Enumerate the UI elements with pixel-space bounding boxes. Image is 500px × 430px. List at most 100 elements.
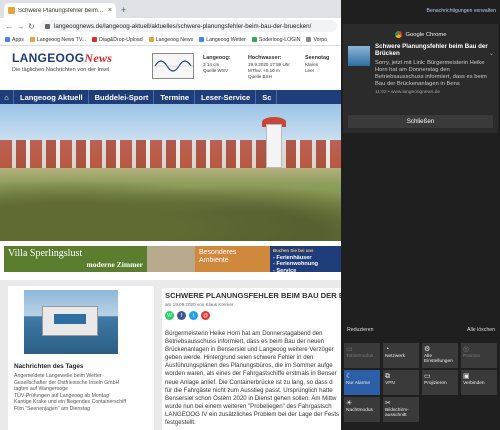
bookmark-item[interactable]: Langeoog News: [148, 37, 193, 43]
bookmark-item[interactable]: Vorpo: [306, 37, 327, 43]
manage-notifications-link[interactable]: Benachrichtigungen verwalten: [427, 8, 497, 14]
news-item[interactable]: TÜV-Prüfungen auf Langeoog ab Montag: [14, 393, 148, 400]
url-text: langeoognews.de/langeoog-aktuell/aktuell…: [54, 22, 312, 30]
notification-image: [348, 46, 370, 66]
tagline: Die täglichen Nachrichten von der Insel: [12, 67, 110, 73]
news-item[interactable]: Angemeldete Langewelle beim Wetter: [14, 373, 148, 380]
ferry-image[interactable]: [24, 290, 118, 354]
quick-action-tile[interactable]: ◔ Netzwerk: [383, 343, 419, 368]
quick-action-label: Nachtmodus: [346, 408, 373, 413]
news-item[interactable]: Gesellschafter der Ostfriesische Inseln …: [14, 380, 148, 387]
expand-chevron-icon[interactable]: ⌄: [489, 50, 494, 57]
bookmarks-bar: Apps Langeoog News TV... Diag&Drop-Upload L…: [0, 34, 341, 46]
facebook-icon[interactable]: f: [177, 311, 186, 320]
nav-langeoog-aktuell[interactable]: Langeoog Aktuell: [14, 90, 89, 104]
forward-icon[interactable]: →: [15, 22, 26, 31]
quick-action-tile[interactable]: ▭ Projizieren: [422, 370, 458, 395]
news-item[interactable]: Film "Seenenjagen" am Dienstag: [14, 406, 148, 413]
email-icon[interactable]: @: [201, 311, 210, 320]
quick-action-tile[interactable]: ▭ Tabletmodus: [344, 343, 380, 368]
share-buttons: W f t @: [165, 311, 341, 320]
ad-banner[interactable]: Villa Sperlingslust moderne Zimmer Beson…: [4, 246, 341, 274]
site-header: LANGEOOGNews Die täglichen Nachrichten v…: [0, 46, 341, 90]
lock-icon: [45, 23, 50, 29]
quick-action-label: Alle Einstellungen: [424, 354, 453, 365]
news-item[interactable]: tagten auf Wangerooge: [14, 386, 148, 393]
quick-action-tile[interactable]: ☀ Nachtmodus: [344, 397, 380, 422]
nav-termine[interactable]: Termine: [154, 90, 196, 104]
new-tab-button[interactable]: +: [121, 5, 126, 15]
news-list: Angemeldete Langewelle beim Wetter Gesell…: [14, 373, 148, 413]
ad-ferien[interactable]: Buchen Sie bei uns - Ferienhäuser - Feri…: [270, 246, 341, 274]
bookmark-icon: [199, 37, 205, 42]
bookmark-icon: [29, 37, 35, 42]
quick-action-label: Verbinden: [463, 381, 485, 386]
quick-action-tile[interactable]: ⧉ VPN: [383, 370, 419, 395]
notification-header: Google Chrome: [343, 24, 498, 38]
quick-action-icon: ✂: [385, 400, 391, 407]
quick-action-label: Position: [463, 354, 481, 359]
quick-action-label: Netzwerk: [385, 354, 405, 359]
browser-tab[interactable]: Schwere Planungsfehler beim Ba ×: [4, 3, 116, 18]
quick-action-label: Projizieren: [424, 381, 447, 386]
article-meta: am 19.09.2020 von Klaus Kremer: [165, 302, 234, 307]
ad-villa[interactable]: Villa Sperlingslust moderne Zimmer: [4, 246, 147, 272]
collapse-link[interactable]: Reduzieren: [347, 327, 374, 333]
quick-action-label: VPN: [385, 381, 395, 386]
quick-action-icon: ◔: [385, 346, 390, 353]
clear-all-link[interactable]: Alle löschen: [467, 327, 495, 333]
quick-action-icon: ☾: [346, 373, 353, 380]
quick-action-icon: ▭: [346, 346, 353, 353]
reload-icon[interactable]: ↻: [26, 22, 37, 31]
twitter-icon[interactable]: t: [189, 311, 198, 320]
wind-info: Seenotag Klaren Leer: [305, 55, 330, 73]
quick-action-label: Tabletmodus: [346, 354, 374, 359]
browser-window: Schwere Planungsfehler beim Ba × + ← → ↻…: [0, 0, 341, 430]
site-navigation: ⌂ Langeoog Aktuell Buddelei-Sport Termin…: [0, 90, 341, 104]
notification-title: Schwere Planungsfehler beim Bau der Brüc…: [375, 43, 488, 58]
ad-image: [147, 246, 195, 272]
bookmark-icon: [92, 37, 98, 42]
quick-action-tile[interactable]: ⚙ Alle Einstellungen: [422, 343, 458, 368]
tide-chart: [152, 53, 194, 79]
news-item[interactable]: Kantige Krake und ein fliegendes Contain…: [14, 399, 148, 406]
home-icon[interactable]: ⌂: [0, 90, 14, 104]
tab-close-icon[interactable]: ×: [108, 7, 112, 14]
bookmark-item[interactable]: Langeoog News TV...: [29, 37, 86, 43]
sidebar-card: Nachrichten des Tages Angemeldete Langew…: [8, 286, 154, 430]
water-tower: [266, 124, 282, 168]
quick-actions: ▭ Tabletmodus ◔ Netzwerk ⚙ Alle Einstellungen…: [344, 343, 499, 422]
bookmark-icon: [306, 37, 312, 42]
tide-curve-icon: [153, 60, 193, 72]
quick-action-tile[interactable]: ▣ Verbinden: [461, 370, 497, 395]
quick-action-tile[interactable]: ◎ Position: [461, 343, 497, 368]
address-bar[interactable]: langeoognews.de/langeoog-aktuell/aktuell…: [40, 20, 337, 32]
tab-title: Schwere Planungsfehler beim Ba: [18, 7, 105, 14]
nav-buddelei-sport[interactable]: Buddelei-Sport: [89, 90, 155, 104]
nav-more[interactable]: Sc: [256, 90, 278, 104]
site-logo[interactable]: LANGEOOGNews Die täglichen Nachrichten v…: [12, 51, 112, 73]
quick-action-label: Nur Alarme: [346, 381, 370, 386]
whatsapp-icon[interactable]: W: [165, 311, 174, 320]
nav-leser-service[interactable]: Leser-Service: [195, 90, 257, 104]
bookmark-item[interactable]: Diag&Drop-Upload: [92, 37, 143, 43]
action-center: Benachrichtigungen verwalten Google Chro…: [341, 0, 500, 430]
quick-action-tile[interactable]: ☾ Nur Alarme: [344, 370, 380, 395]
quick-action-icon: ⚙: [424, 346, 431, 353]
back-icon[interactable]: ←: [4, 22, 15, 31]
favicon-icon: [8, 7, 15, 14]
bookmark-item[interactable]: Langeoog Wetter: [199, 37, 246, 43]
quick-action-tile[interactable]: ✂ Bildschirm-ausschnitt: [383, 397, 419, 422]
bookmark-item[interactable]: Soderloog-LOGIN: [251, 37, 300, 43]
tab-bar: Schwere Planungsfehler beim Ba × +: [0, 0, 341, 18]
quick-action-label: Bildschirm-ausschnitt: [385, 408, 409, 419]
bookmark-icon: [5, 37, 10, 42]
tide-info: Hochwasser: 19.9.2020 17:59 Uhr MThw: +0…: [248, 55, 290, 79]
notification-card[interactable]: Google Chrome ⌄ Schwere Planungsfehler b…: [343, 24, 498, 133]
close-notification-button[interactable]: Schließen: [348, 115, 493, 128]
ad-ambiente[interactable]: Besonderes Ambiente: [195, 246, 270, 272]
article: SCHWERE PLANUNGSFEHLER BEIM BAU DER BRÜC…: [162, 288, 341, 430]
bookmark-icon: [251, 37, 257, 42]
bookmark-item[interactable]: Apps: [5, 37, 24, 43]
content-area: Nachrichten des Tages Angemeldete Langew…: [0, 280, 341, 430]
